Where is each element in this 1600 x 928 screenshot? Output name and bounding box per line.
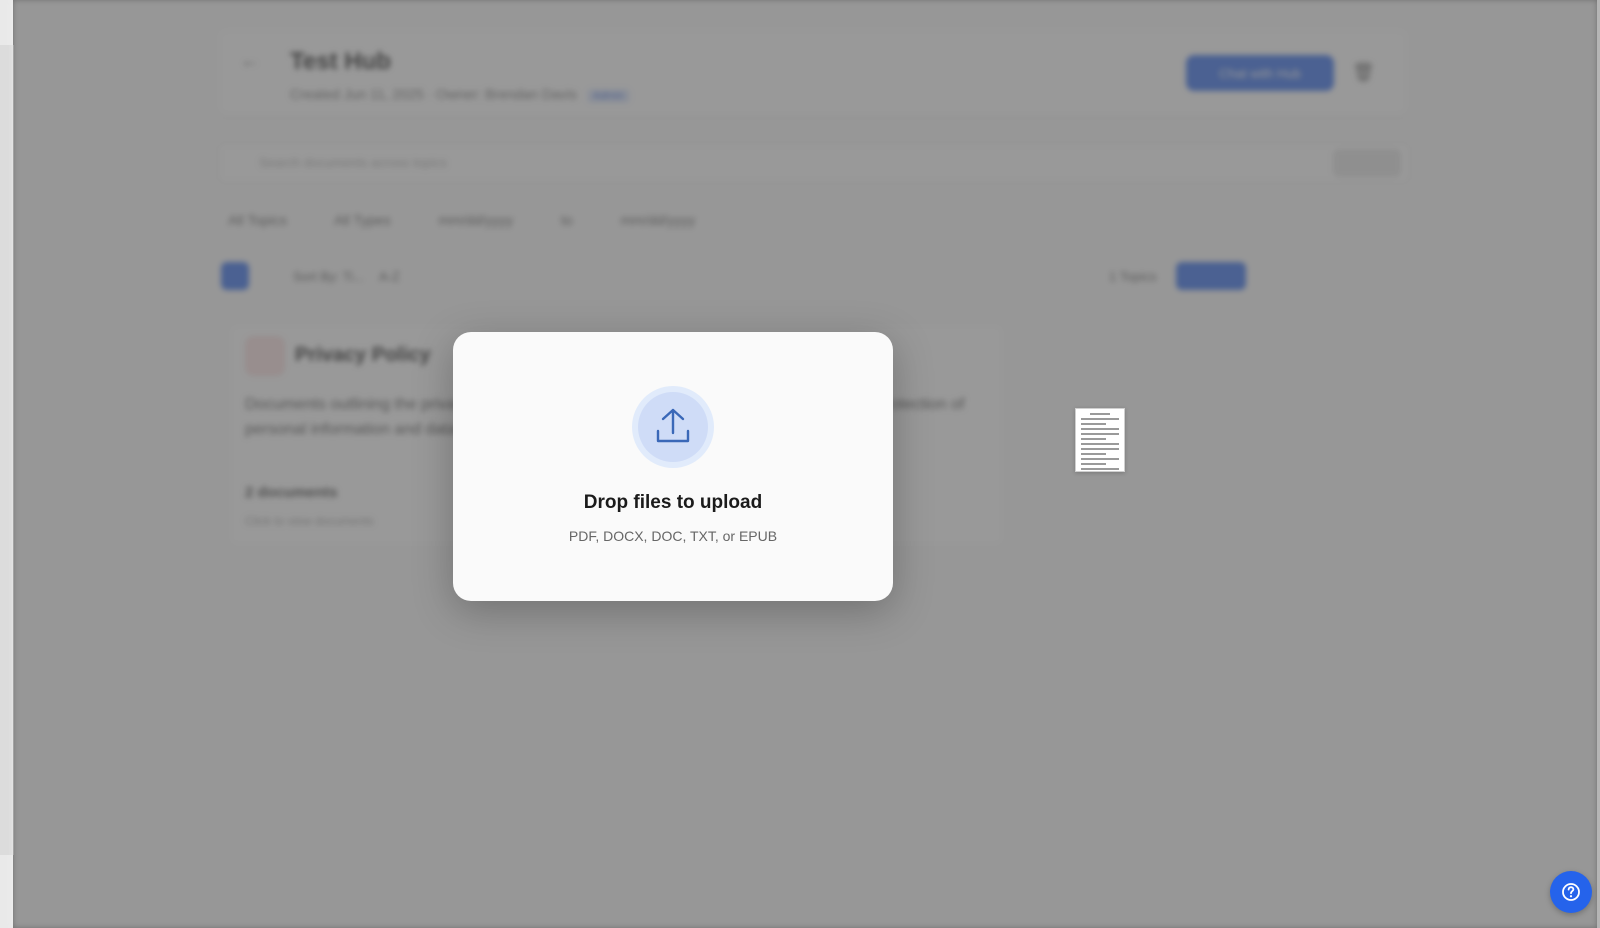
help-icon [1562,883,1580,901]
left-strip-edge [0,45,14,855]
help-button[interactable] [1550,871,1592,913]
upload-drop-modal[interactable]: Drop files to upload PDF, DOCX, DOC, TXT… [453,332,893,601]
modal-subtitle: PDF, DOCX, DOC, TXT, or EPUB [568,528,778,544]
upload-icon [656,408,690,443]
left-strip [0,0,14,928]
upload-icon-container [632,386,714,468]
dragged-document-thumbnail [1075,408,1125,472]
modal-title: Drop files to upload [583,492,763,513]
